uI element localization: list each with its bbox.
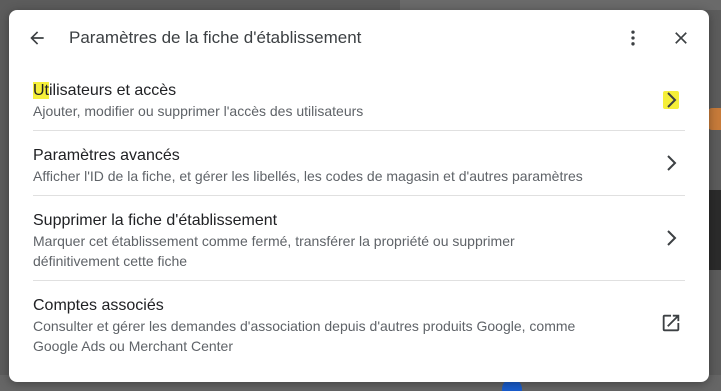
row-action[interactable] xyxy=(659,226,683,250)
dialog-title: Paramètres de la fiche d'établissement xyxy=(69,28,362,47)
close-button[interactable] xyxy=(667,24,695,52)
chevron-right-icon xyxy=(667,155,677,171)
row-subtitle: Afficher l'ID de la fiche, et gérer les … xyxy=(33,168,583,184)
row-action[interactable] xyxy=(659,311,683,335)
open-in-new-icon xyxy=(662,314,680,332)
row-subtitle: Ajouter, modifier ou supprimer l'accès d… xyxy=(33,103,364,119)
background-toolbar xyxy=(400,0,721,10)
arrow-left-icon xyxy=(30,31,44,45)
more-options-button[interactable] xyxy=(619,24,647,52)
row-title: Comptes associés xyxy=(33,297,164,314)
settings-row-advanced[interactable]: Paramètres avancés Afficher l'ID de la f… xyxy=(33,131,685,196)
dialog-header: Paramètres de la fiche d'établissement xyxy=(9,10,709,66)
row-action[interactable] xyxy=(659,151,683,175)
row-title: Supprimer la fiche d'établissement xyxy=(33,212,278,229)
row-action[interactable] xyxy=(659,88,683,112)
row-title: Utilisateurs et accès xyxy=(33,82,177,99)
more-vert-icon xyxy=(631,30,635,46)
business-profile-settings-dialog: Paramètres de la fiche d'établissement U… xyxy=(9,10,709,382)
settings-row-delete-profile[interactable]: Supprimer la fiche d'établissement Marqu… xyxy=(33,196,685,281)
settings-row-linked-accounts[interactable]: Comptes associés Consulter et gérer les … xyxy=(33,281,685,365)
row-subtitle: Marquer cet établissement comme fermé, t… xyxy=(33,233,515,269)
settings-row-users-access[interactable]: Utilisateurs et accès Ajouter, modifier … xyxy=(33,70,685,131)
settings-list: Utilisateurs et accès Ajouter, modifier … xyxy=(33,70,685,365)
background-badge xyxy=(708,108,721,130)
chevron-right-icon xyxy=(663,91,679,109)
row-title: Paramètres avancés xyxy=(33,147,180,164)
close-icon xyxy=(675,32,687,44)
row-subtitle: Consulter et gérer les demandes d'associ… xyxy=(33,318,576,354)
chevron-right-icon xyxy=(667,230,677,246)
highlight-mark: Ut xyxy=(33,82,49,99)
back-button[interactable] xyxy=(23,24,51,52)
